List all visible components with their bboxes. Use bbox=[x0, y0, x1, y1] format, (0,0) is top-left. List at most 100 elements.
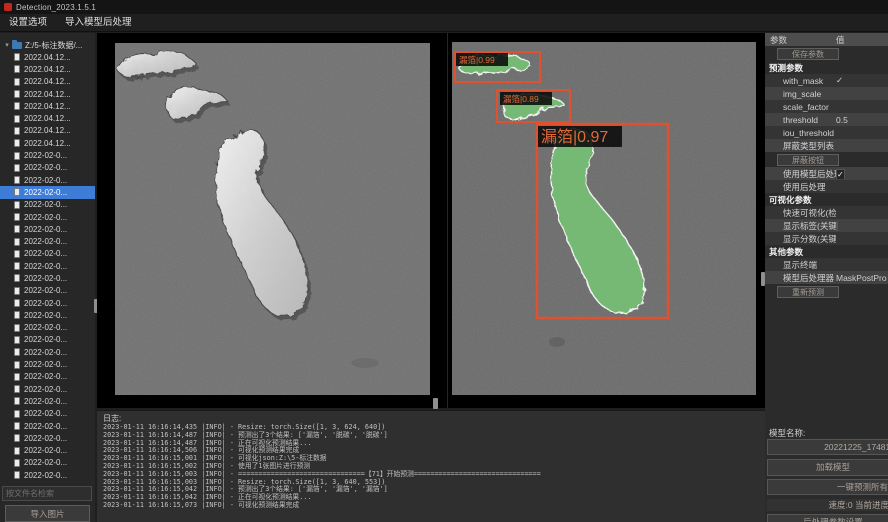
file-icon bbox=[14, 225, 20, 233]
param-value[interactable]: 0.5 bbox=[836, 115, 888, 125]
tree-item[interactable]: 2022.04.12... bbox=[0, 137, 95, 149]
param-button[interactable]: 屏蔽按钮 bbox=[777, 154, 839, 166]
tree-item[interactable]: 2022.04.12... bbox=[0, 76, 95, 88]
import-images-button[interactable]: 导入图片 bbox=[5, 505, 90, 522]
param-row[interactable]: threshold0.5 bbox=[765, 113, 888, 126]
file-icon bbox=[14, 471, 20, 479]
param-row[interactable]: img_scale bbox=[765, 87, 888, 100]
tree-item[interactable]: 2022-02-0... bbox=[0, 408, 95, 420]
param-button[interactable]: 重新预测 bbox=[777, 286, 839, 298]
param-button-row[interactable]: 保存参数 bbox=[765, 46, 888, 61]
file-name: 2022-02-0... bbox=[24, 262, 67, 271]
checkbox[interactable] bbox=[836, 221, 838, 231]
tree-item[interactable]: 2022-02-0... bbox=[0, 285, 95, 297]
file-icon bbox=[14, 188, 20, 196]
tree-root-folder[interactable]: ▾ Z:/5-标注数据/... bbox=[0, 39, 95, 51]
tree-item[interactable]: 2022-02-0... bbox=[0, 322, 95, 334]
param-value[interactable]: MaskPostPro bbox=[836, 273, 888, 283]
tree-item[interactable]: 2022-02-0... bbox=[0, 457, 95, 469]
log-splitter-handle[interactable] bbox=[433, 398, 438, 409]
load-model-button[interactable]: 加载模型 bbox=[767, 459, 888, 476]
tree-item[interactable]: 2022-02-0... bbox=[0, 383, 95, 395]
tree-item[interactable]: 2022-02-0... bbox=[0, 358, 95, 370]
file-name: 2022-02-0... bbox=[24, 249, 67, 258]
param-value[interactable]: ✓ bbox=[836, 169, 888, 179]
param-group-header[interactable]: 预测参数 bbox=[765, 61, 888, 74]
file-icon bbox=[14, 250, 20, 258]
param-button[interactable]: 保存参数 bbox=[777, 48, 839, 60]
param-row[interactable]: 显示标签(关键点) bbox=[765, 219, 888, 232]
param-row[interactable]: with_mask✓ bbox=[765, 74, 888, 87]
tree-item[interactable]: 2022-02-0... bbox=[0, 445, 95, 457]
param-row[interactable]: scale_factor bbox=[765, 100, 888, 113]
param-row[interactable]: 模型后处理器MaskPostPro bbox=[765, 271, 888, 284]
tree-item[interactable]: 2022.04.12... bbox=[0, 112, 95, 124]
tree-item[interactable]: 2022-02-0 bbox=[0, 481, 95, 484]
tree-item[interactable]: 2022-02-0... bbox=[0, 346, 95, 358]
image-divider bbox=[447, 33, 448, 408]
file-tree[interactable]: ▾ Z:/5-标注数据/... 2022.04.12...2022.04.12.… bbox=[0, 33, 95, 484]
param-button-row[interactable]: 屏蔽按钮 bbox=[765, 152, 888, 167]
file-name: 2022-02-0... bbox=[24, 372, 67, 381]
log-panel: 日志: 2023-01-11 16:16:14,435 |INFO| - Res… bbox=[97, 410, 765, 522]
file-name: 2022.04.12... bbox=[24, 102, 71, 111]
tree-item[interactable]: 2022.04.12... bbox=[0, 125, 95, 137]
param-row[interactable]: 使用模型后处理✓ bbox=[765, 167, 888, 180]
tree-item[interactable]: 2022-02-0... bbox=[0, 469, 95, 481]
file-name: 2022.04.12... bbox=[24, 90, 71, 99]
log-line: 2023-01-11 16:16:15,073 |INFO| - 可视化预测结果… bbox=[103, 502, 765, 510]
tree-item[interactable]: 2022-02-0... bbox=[0, 395, 95, 407]
param-button-row[interactable]: 重新预测 bbox=[765, 284, 888, 299]
tree-item[interactable]: 2022-02-0... bbox=[0, 420, 95, 432]
postprocess-settings-button[interactable]: 后处理参数设置 bbox=[767, 514, 888, 522]
file-icon bbox=[14, 336, 20, 344]
tree-item[interactable]: 2022.04.12... bbox=[0, 100, 95, 112]
param-row[interactable]: iou_threshold bbox=[765, 126, 888, 139]
tree-item[interactable]: 2022-02-0... bbox=[0, 223, 95, 235]
model-name-field[interactable]: 20221225_174813 bbox=[767, 439, 888, 455]
param-label: threshold bbox=[765, 115, 836, 125]
tree-item[interactable]: 2022.04.12... bbox=[0, 88, 95, 100]
prediction-image-view[interactable]: 漏箔|0.99 漏箔|0.89 漏箔|0.97 bbox=[452, 42, 756, 395]
tree-item[interactable]: 2022.04.12... bbox=[0, 63, 95, 75]
file-icon bbox=[14, 127, 20, 135]
tree-item[interactable]: 2022-02-0... bbox=[0, 149, 95, 161]
tree-item[interactable]: 2022-02-0... bbox=[0, 248, 95, 260]
checkbox[interactable]: ✓ bbox=[836, 169, 845, 179]
param-row[interactable]: 屏蔽类型列表 bbox=[765, 139, 888, 152]
file-name: 2022.04.12... bbox=[24, 77, 71, 86]
tree-item[interactable]: 2022-02-0... bbox=[0, 371, 95, 383]
param-row[interactable]: 显示分数(关键点) bbox=[765, 232, 888, 245]
search-input[interactable] bbox=[2, 486, 92, 501]
tree-item[interactable]: 2022-02-0... bbox=[0, 272, 95, 284]
tree-item[interactable]: 2022-02-0... bbox=[0, 309, 95, 321]
menu-settings[interactable]: 设置选项 bbox=[0, 14, 56, 32]
expander-arrow-icon[interactable]: ▾ bbox=[2, 41, 12, 49]
file-icon bbox=[14, 459, 20, 467]
image-smudge bbox=[351, 358, 379, 368]
param-row[interactable]: 快速可视化(检测) bbox=[765, 206, 888, 219]
tree-item[interactable]: 2022-02-0... bbox=[0, 186, 95, 198]
param-group-header[interactable]: 可视化参数 bbox=[765, 193, 888, 206]
header-param: 参数 bbox=[765, 34, 836, 46]
original-image-view[interactable] bbox=[115, 43, 430, 395]
tree-item[interactable]: 2022-02-0... bbox=[0, 199, 95, 211]
param-row[interactable]: 显示终端 bbox=[765, 258, 888, 271]
param-value[interactable] bbox=[836, 221, 888, 231]
tree-item[interactable]: 2022-02-0... bbox=[0, 432, 95, 444]
tree-item[interactable]: 2022-02-0... bbox=[0, 174, 95, 186]
tree-item[interactable]: 2022-02-0... bbox=[0, 162, 95, 174]
tree-item[interactable]: 2022-02-0... bbox=[0, 297, 95, 309]
menu-import-model-postprocess[interactable]: 导入模型后处理 bbox=[56, 14, 141, 32]
param-value[interactable]: ✓ bbox=[836, 75, 888, 86]
tree-item[interactable]: 2022-02-0... bbox=[0, 334, 95, 346]
tree-item[interactable]: 2022-02-0... bbox=[0, 260, 95, 272]
file-name: 2022-02-0... bbox=[24, 311, 67, 320]
file-name: 2022-02-0... bbox=[24, 471, 67, 480]
predict-all-button[interactable]: 一键预测所有 bbox=[767, 479, 888, 495]
tree-item[interactable]: 2022.04.12... bbox=[0, 51, 95, 63]
param-group-header[interactable]: 其他参数 bbox=[765, 245, 888, 258]
tree-item[interactable]: 2022-02-0... bbox=[0, 235, 95, 247]
param-row[interactable]: 使用后处理 bbox=[765, 180, 888, 193]
tree-item[interactable]: 2022-02-0... bbox=[0, 211, 95, 223]
